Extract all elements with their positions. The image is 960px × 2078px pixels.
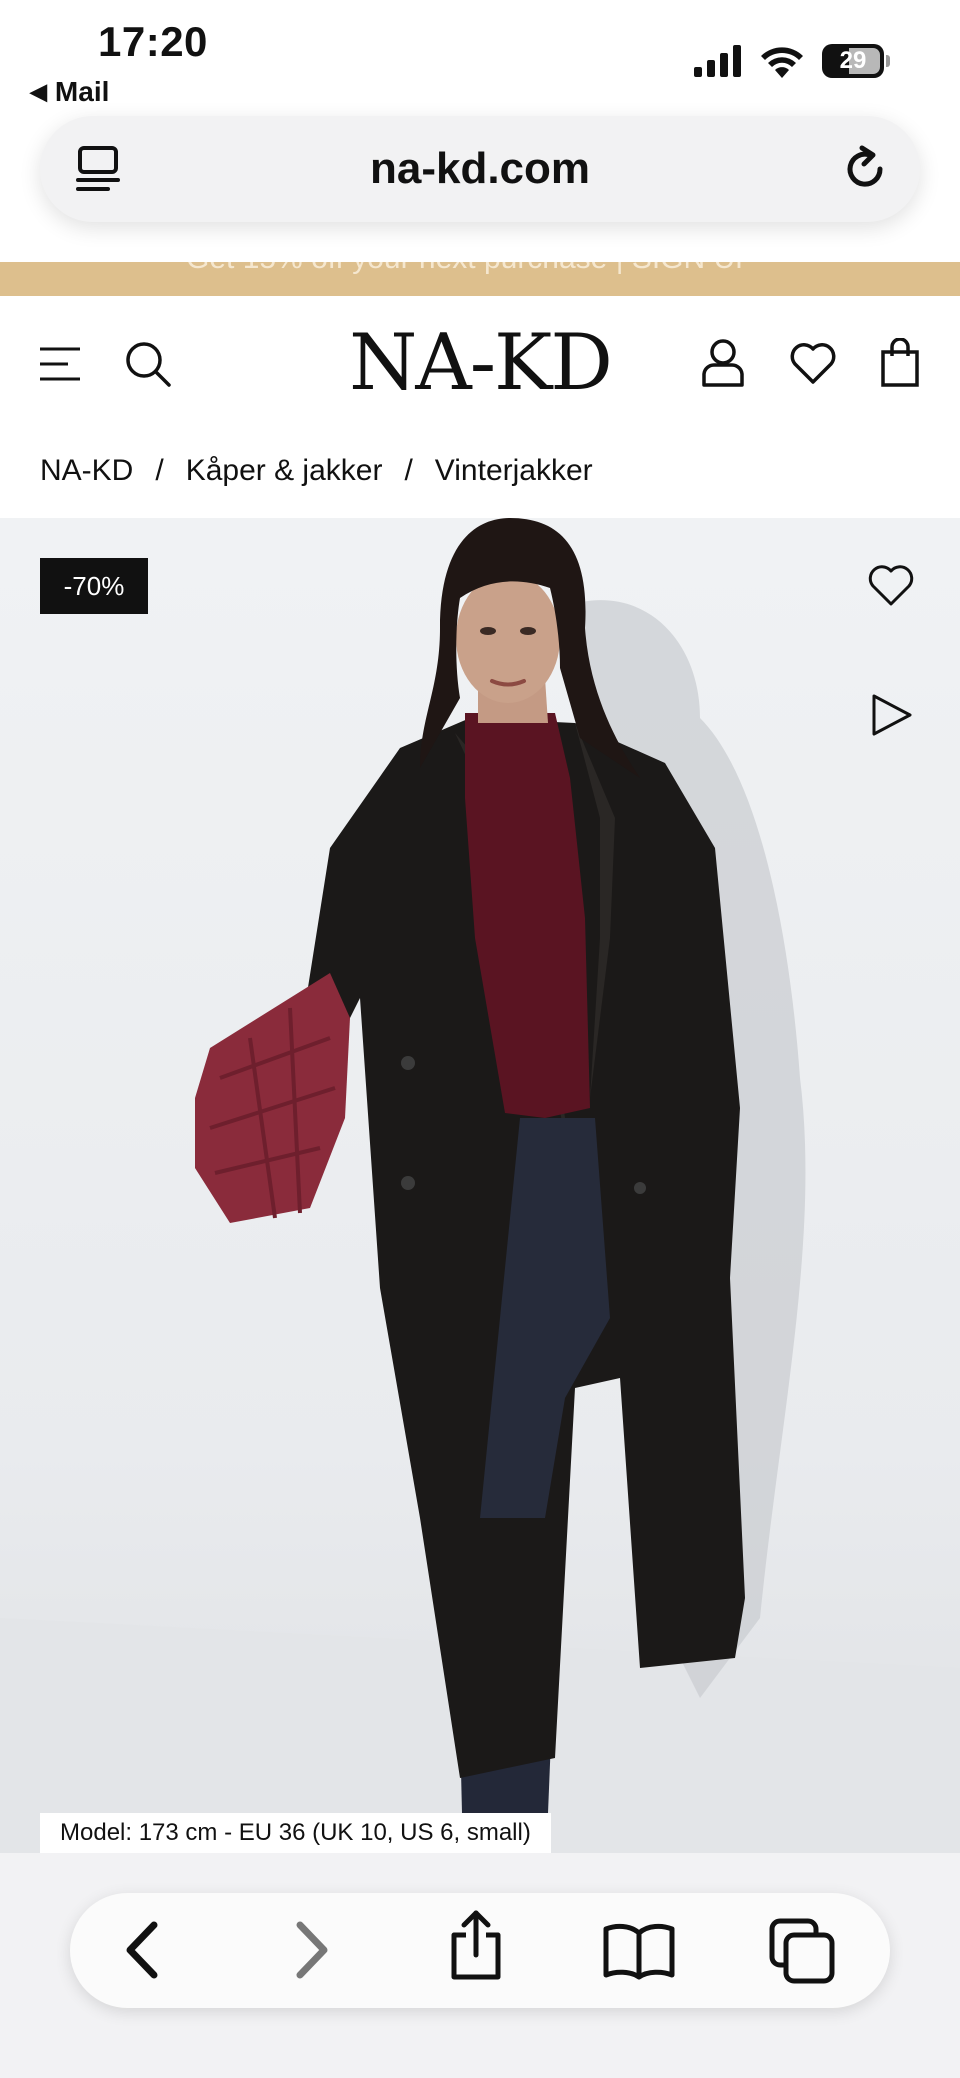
signal-icon bbox=[694, 45, 741, 77]
model-photo-illustration bbox=[0, 518, 960, 1853]
back-triangle-icon: ◀ bbox=[30, 79, 47, 104]
reload-icon[interactable] bbox=[840, 144, 890, 194]
forward-chevron-icon[interactable] bbox=[292, 1917, 332, 1983]
account-icon[interactable] bbox=[700, 338, 746, 388]
product-wishlist-heart-icon[interactable] bbox=[866, 562, 916, 608]
back-chevron-icon[interactable] bbox=[122, 1917, 162, 1983]
bookmarks-icon[interactable] bbox=[602, 1921, 676, 1981]
tabs-icon[interactable] bbox=[768, 1917, 836, 1985]
play-video-icon[interactable] bbox=[868, 692, 914, 738]
wishlist-heart-icon[interactable] bbox=[788, 340, 838, 386]
product-image[interactable] bbox=[0, 518, 960, 1853]
breadcrumb-home[interactable]: NA-KD bbox=[40, 454, 133, 488]
share-icon[interactable] bbox=[446, 1909, 506, 1983]
page-menu-icon[interactable] bbox=[74, 144, 124, 194]
status-time: 17:20 bbox=[98, 18, 208, 65]
wifi-icon bbox=[761, 47, 803, 78]
promo-text[interactable]: Get 15% off your next purchase | SIGN UP bbox=[186, 262, 755, 276]
model-info-caption: Model: 173 cm - EU 36 (UK 10, US 6, smal… bbox=[40, 1813, 551, 1853]
address-bar[interactable]: na-kd.com bbox=[40, 116, 920, 222]
battery-icon: 29 bbox=[822, 44, 884, 78]
browser-toolbar bbox=[70, 1893, 890, 2008]
breadcrumb-separator: / bbox=[155, 454, 164, 487]
breadcrumb-separator: / bbox=[404, 454, 413, 487]
discount-badge: -70% bbox=[40, 558, 148, 614]
back-app-label: Mail bbox=[54, 76, 110, 107]
back-to-app-link[interactable]: ◀ Mail bbox=[30, 76, 109, 108]
breadcrumb-coats-jackets[interactable]: Kåper & jakker bbox=[186, 454, 383, 488]
status-icons: 29 bbox=[694, 44, 890, 78]
url-text[interactable]: na-kd.com bbox=[370, 144, 590, 194]
promo-banner[interactable]: Get 15% off your next purchase | SIGN UP bbox=[0, 262, 960, 296]
breadcrumb: NA-KD / Kåper & jakker / Vinterjakker bbox=[40, 454, 593, 488]
breadcrumb-winter-jackets[interactable]: Vinterjakker bbox=[435, 454, 593, 488]
shopping-bag-icon[interactable] bbox=[880, 338, 920, 388]
battery-level: 29 bbox=[839, 47, 867, 74]
